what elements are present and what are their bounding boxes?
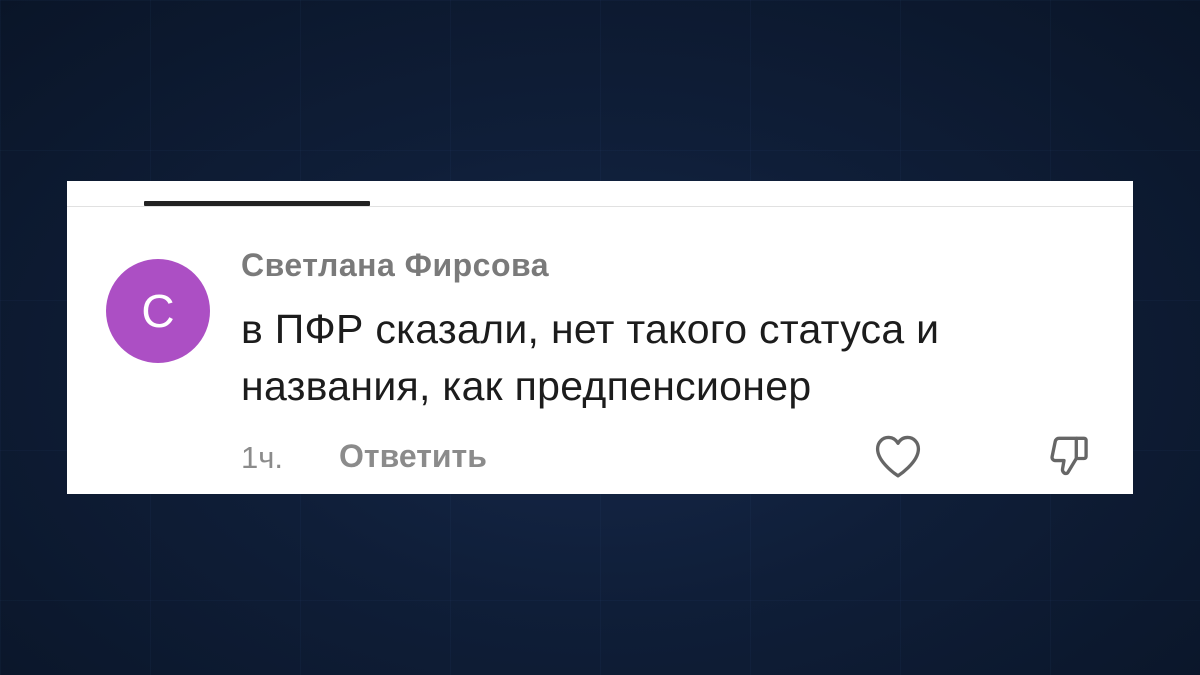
divider [67,206,1133,207]
heart-outline-icon [875,435,921,478]
thumbs-down-outline-icon [1050,436,1088,476]
comment-author[interactable]: Светлана Фирсова [241,247,549,284]
avatar[interactable]: С [106,259,210,363]
comment-text: в ПФР сказали, нет такого статуса и назв… [241,306,940,409]
avatar-letter: С [141,285,175,337]
comment-card: С Светлана Фирсова в ПФР сказали, нет та… [67,181,1133,494]
reply-button[interactable]: Ответить [339,438,487,475]
comment-timestamp: 1ч. [241,440,284,475]
dislike-button[interactable] [1042,429,1096,483]
like-button[interactable] [871,429,925,483]
